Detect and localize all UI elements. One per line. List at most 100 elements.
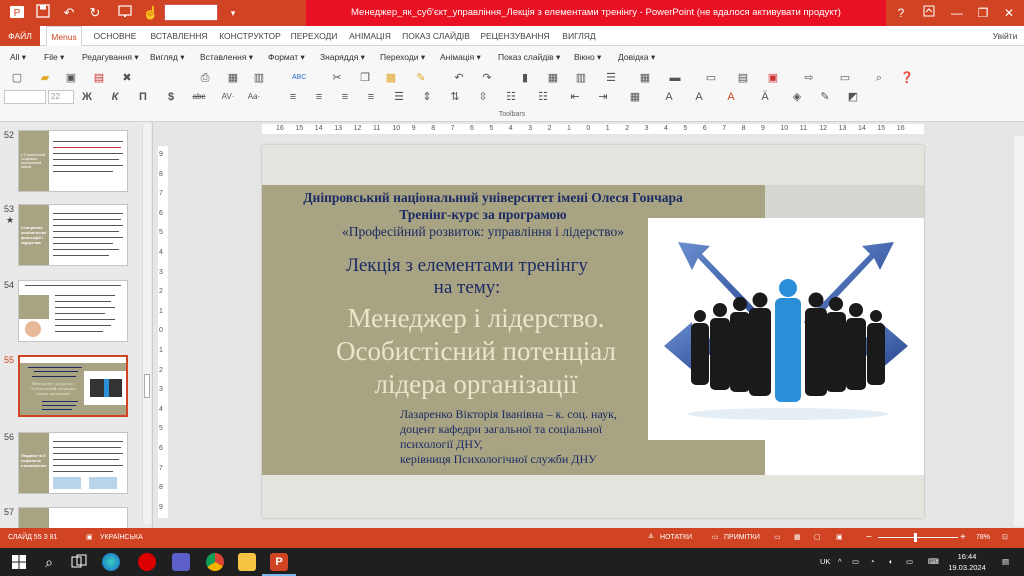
spelling-icon[interactable]: ABC	[292, 71, 306, 85]
tab-view[interactable]: ВИГЛЯД	[556, 26, 602, 46]
wifi-icon[interactable]: ◔	[870, 548, 875, 576]
print-preview-icon[interactable]: ▤	[92, 71, 106, 85]
tab-insert[interactable]: ВСТАВЛЕННЯ	[144, 26, 214, 46]
justify-icon[interactable]: ≡	[364, 90, 378, 104]
windows-start-icon[interactable]	[10, 553, 28, 571]
picture-icon[interactable]: ▣	[766, 71, 780, 85]
save-icon[interactable]	[34, 4, 52, 22]
font-size-down-icon[interactable]: A	[692, 90, 706, 104]
format-painter-icon[interactable]: ✎	[414, 71, 428, 85]
align-icon[interactable]: ☰	[604, 71, 618, 85]
print-icon[interactable]: ⎙	[198, 71, 212, 85]
print-preview2-icon[interactable]: ▦	[226, 71, 240, 85]
zoom-out-button[interactable]: −	[866, 528, 872, 548]
grid-icon[interactable]: ▦	[638, 71, 652, 85]
open-folder-icon[interactable]: ▰	[38, 71, 52, 85]
reading-view-icon[interactable]: ▢	[814, 528, 821, 548]
undo-icon[interactable]: ↶	[60, 4, 78, 22]
zoom-slider[interactable]	[878, 537, 958, 538]
volume-icon[interactable]: ◖	[888, 548, 893, 576]
new-document-icon[interactable]: ▢	[10, 71, 24, 85]
align-text-icon[interactable]: ⇳	[476, 90, 490, 104]
menu-all[interactable]: All ▾	[10, 52, 26, 63]
text-direction-icon[interactable]: ⇅	[448, 90, 462, 104]
close-document-icon[interactable]: ✖	[120, 71, 134, 85]
paste-icon[interactable]: ▩	[384, 71, 398, 85]
text-effects-icon[interactable]: Ä	[758, 90, 772, 104]
clock-date[interactable]: 19.03.2024	[948, 562, 986, 574]
chart-icon[interactable]: ▮	[518, 71, 532, 85]
menu-view[interactable]: Вигляд ▾	[150, 52, 184, 63]
teams-icon[interactable]	[172, 553, 190, 571]
smartart-icon[interactable]: ▦	[628, 90, 642, 104]
undo-icon[interactable]: ↶	[452, 71, 466, 85]
help-icon[interactable]: ❓	[900, 71, 914, 85]
notes-button[interactable]: НОТАТКИ	[660, 528, 692, 548]
cut-icon[interactable]: ✂	[330, 71, 344, 85]
columns-icon[interactable]: ▥	[574, 71, 588, 85]
table-icon[interactable]: ▦	[546, 71, 560, 85]
align-left-icon[interactable]: ≡	[286, 90, 300, 104]
opera-browser-icon[interactable]	[138, 553, 156, 571]
zoom-slider-handle[interactable]	[914, 533, 917, 542]
network-icon[interactable]: ▭	[852, 548, 859, 576]
slide-thumbnail-53[interactable]: Створення особистісної філософії і лідер…	[18, 204, 128, 266]
notes-icon[interactable]: ≙	[648, 528, 654, 548]
slides-panel-scroll-thumb[interactable]	[144, 374, 150, 398]
research-icon[interactable]: ▥	[252, 71, 266, 85]
tab-transitions[interactable]: ПЕРЕХОДИ	[286, 26, 342, 46]
slide-thumbnail-52[interactable]: у Стратегічний соціально-економічний ана…	[18, 130, 128, 192]
notifications-icon[interactable]: ▤	[1002, 548, 1009, 576]
tab-design[interactable]: КОНСТРУКТОР	[214, 26, 286, 46]
character-spacing-button[interactable]: AV·	[218, 90, 238, 104]
tab-file[interactable]: ФАЙЛ	[0, 26, 40, 46]
fit-to-window-icon[interactable]: ⊡	[1002, 528, 1008, 548]
sign-in-link[interactable]: Увійти	[988, 26, 1022, 46]
tab-review[interactable]: РЕЦЕНЗУВАННЯ	[474, 26, 556, 46]
slide-thumbnail-56[interactable]: Людина та її соціальне становлення	[18, 432, 128, 494]
shape-icon[interactable]: ▭	[704, 71, 718, 85]
tray-chevron-icon[interactable]: ^	[838, 548, 842, 576]
tab-home[interactable]: ОСНОВНЕ	[86, 26, 144, 46]
menu-help[interactable]: Довідка ▾	[618, 52, 655, 63]
underline-button[interactable]: П	[136, 90, 150, 104]
strikethrough-button[interactable]: abc	[192, 90, 206, 104]
menu-slideshow[interactable]: Показ слайдів ▾	[498, 52, 560, 63]
menu-window[interactable]: Вікно ▾	[574, 52, 601, 63]
italic-button[interactable]: К	[108, 90, 122, 104]
font-size-field[interactable]: 22	[48, 90, 74, 104]
decrease-indent-icon[interactable]: ⇤	[568, 90, 582, 104]
slide-canvas[interactable]: Дніпровський національний університет ім…	[262, 145, 924, 518]
menu-animation[interactable]: Анімація ▾	[440, 52, 481, 63]
font-size-up-icon[interactable]: A	[662, 90, 676, 104]
slide-thumbnail-54[interactable]	[18, 280, 128, 342]
font-color-icon[interactable]: A	[724, 90, 738, 104]
task-view-icon[interactable]	[70, 553, 88, 571]
chrome-browser-icon[interactable]	[206, 553, 224, 571]
slide-thumbnail-55[interactable]: Менеджер і лідерство. Особистісний потен…	[18, 355, 128, 417]
close-button[interactable]: ✕	[996, 0, 1022, 26]
outline-icon[interactable]: ✎	[818, 90, 832, 104]
slideshow-icon[interactable]: ▭	[838, 71, 852, 85]
comments-icon[interactable]: ▭	[712, 528, 719, 548]
language-indicator[interactable]: УКРАЇНСЬКА	[100, 528, 143, 548]
editor-scrollbar[interactable]	[1014, 136, 1024, 526]
copy-icon[interactable]: ❐	[358, 71, 372, 85]
search-icon[interactable]: ⌕	[40, 553, 58, 571]
touch-mode-icon[interactable]: ☝	[142, 4, 160, 22]
slideshow-view-icon[interactable]: ▣	[836, 528, 843, 548]
line-spacing-icon[interactable]: ⇕	[420, 90, 434, 104]
comments-button[interactable]: ПРИМІТКИ	[724, 528, 760, 548]
keyboard-language[interactable]: UK	[820, 548, 830, 576]
menu-edit[interactable]: Редагування ▾	[82, 52, 139, 63]
slides-panel-scrollbar[interactable]	[142, 124, 151, 524]
align-center-icon[interactable]: ≡	[312, 90, 326, 104]
spellcheck-icon[interactable]: ▣	[86, 528, 93, 548]
increase-indent-icon[interactable]: ⇥	[596, 90, 610, 104]
menu-tools[interactable]: Знаряддя ▾	[320, 52, 365, 63]
zoom-in-button[interactable]: +	[960, 528, 966, 548]
fill-color-icon[interactable]: ◈	[790, 90, 804, 104]
effects-icon[interactable]: ◩	[846, 90, 860, 104]
menu-insert[interactable]: Вставлення ▾	[200, 52, 253, 63]
edge-browser-icon[interactable]	[102, 553, 120, 571]
